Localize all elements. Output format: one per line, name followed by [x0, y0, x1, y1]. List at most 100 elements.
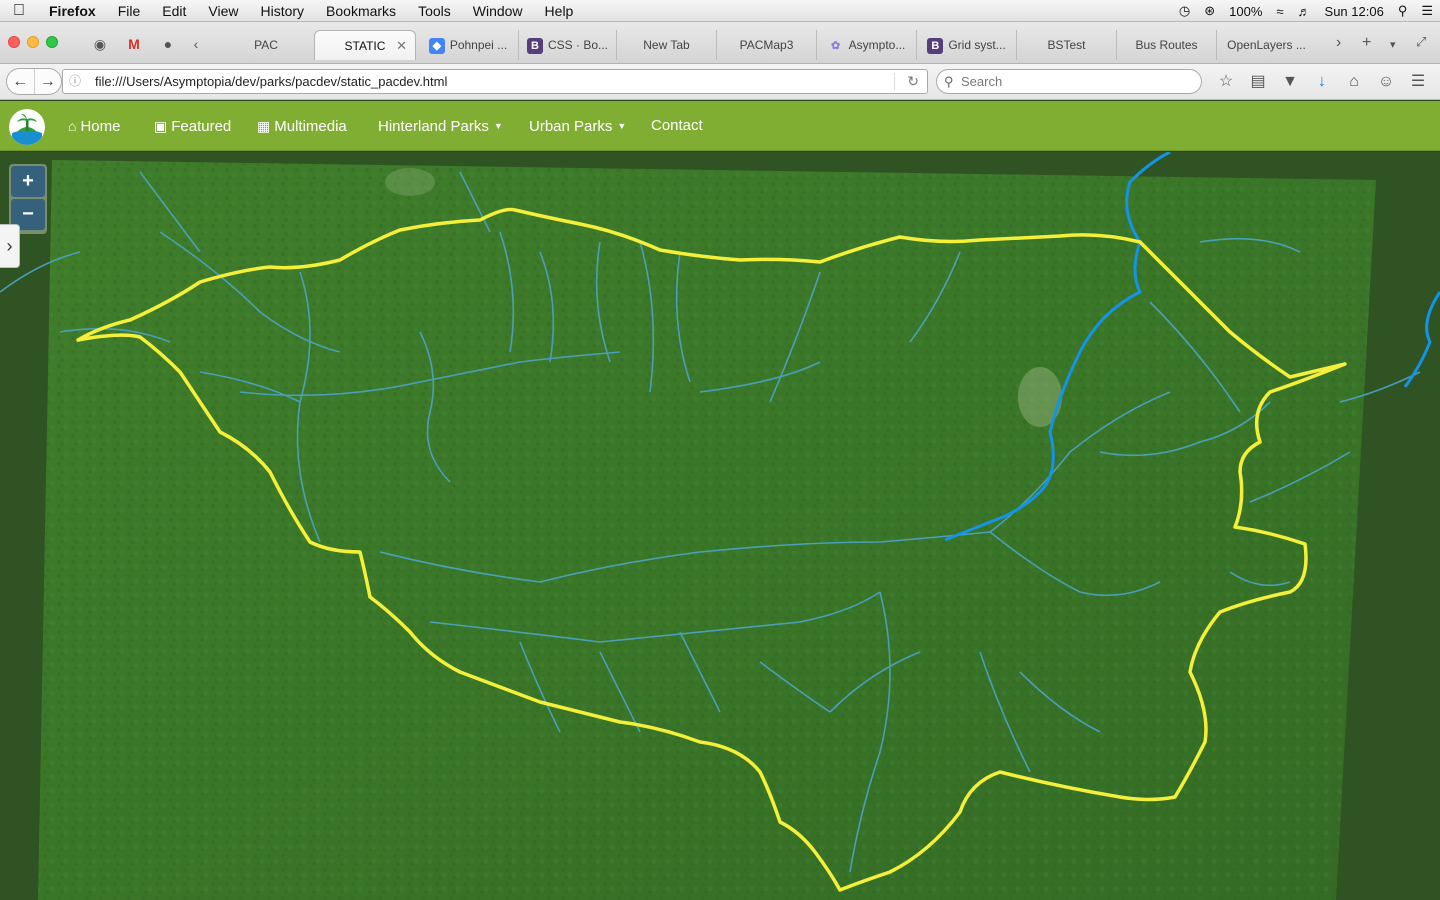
menu-bookmarks[interactable]: Bookmarks	[315, 3, 407, 19]
site-info-icon[interactable]: ⓘ	[69, 70, 85, 93]
time-machine-icon[interactable]: ◷	[1172, 3, 1197, 19]
nav-multimedia[interactable]: ▦ Multimedia	[257, 101, 347, 151]
tab-label: PAC	[254, 38, 278, 52]
site-navbar: ⌂ Home ▣ Featured ▦ Multimedia Hinterland P…	[0, 101, 1440, 151]
tab-openlayers[interactable]: OpenLayers ...	[1216, 30, 1316, 60]
tab-pacmap3[interactable]: PACMap3	[716, 30, 816, 60]
back-forward-group: ← →	[6, 68, 62, 95]
tab-asymptopia[interactable]: ✿ Asympto...	[816, 30, 916, 60]
tab-label: Grid syst...	[948, 38, 1006, 52]
nav-featured[interactable]: ▣ Featured	[154, 101, 231, 151]
pinned-tab-github-icon[interactable]: ●	[158, 34, 178, 54]
nav-hinterland-parks-dropdown[interactable]: Hinterland Parks ▼	[378, 101, 503, 151]
nav-contact[interactable]: Contact	[651, 101, 703, 151]
downloads-icon[interactable]: ↓	[1306, 70, 1338, 94]
toolbar-buttons: ☆ ▤ ▼ ↓ ⌂ ☺ ☰	[1210, 70, 1434, 94]
nav-urban-label: Urban Parks	[529, 118, 613, 135]
menu-history[interactable]: History	[249, 3, 315, 19]
tab-pac[interactable]: PAC	[216, 30, 316, 60]
film-icon: ▣	[154, 118, 168, 134]
forward-arrow-icon[interactable]: →	[35, 69, 62, 94]
nav-home[interactable]: ⌂ Home	[68, 101, 120, 151]
url-bar[interactable]: ⓘ file:///Users/Asymptopia/dev/parks/pac…	[62, 69, 928, 94]
tab-label: OpenLayers ...	[1227, 38, 1306, 52]
tab-label: STATIC	[344, 39, 386, 53]
tab-label: BSTest	[1047, 38, 1086, 52]
pinned-tab-globe-icon[interactable]: ◉	[90, 34, 110, 54]
caret-down-icon: ▼	[617, 121, 627, 131]
fullscreen-icon[interactable]: ⤢	[1416, 34, 1426, 50]
sidebar-toggle-button[interactable]: ›	[0, 224, 20, 268]
nav-multimedia-label: Multimedia	[274, 118, 347, 135]
home-icon[interactable]: ⌂	[1338, 70, 1370, 94]
nav-featured-label: Featured	[171, 118, 232, 135]
bootstrap-favicon-icon: B	[526, 37, 543, 54]
tab-label: New Tab	[643, 38, 690, 52]
map-viewport[interactable]: + − ›	[0, 152, 1440, 900]
menu-edit[interactable]: Edit	[151, 3, 197, 19]
bookmark-star-icon[interactable]: ☆	[1210, 70, 1242, 94]
tab-css-bootstrap[interactable]: B CSS · Bo...	[518, 30, 616, 60]
pinned-tab-gmail-icon[interactable]: M	[124, 34, 144, 54]
menu-help[interactable]: Help	[534, 3, 585, 19]
tab-label: Bus Routes	[1135, 38, 1198, 52]
reload-icon[interactable]: ↻	[907, 70, 919, 93]
nav-home-label: Home	[80, 118, 121, 135]
tab-bus-routes[interactable]: Bus Routes	[1116, 30, 1216, 60]
volume-icon[interactable]: ♬	[1291, 4, 1318, 19]
map-canvas[interactable]	[0, 152, 1440, 900]
tab-label: Asympto...	[848, 38, 906, 52]
bluetooth-icon[interactable]: ⊛	[1197, 3, 1222, 19]
tab-static[interactable]: STATIC ✕	[314, 30, 416, 60]
wifi-icon[interactable]: ≈	[1269, 4, 1290, 19]
minimize-window-button[interactable]	[27, 36, 39, 48]
tab-grid-system[interactable]: B Grid syst...	[916, 30, 1016, 60]
close-tab-icon[interactable]: ✕	[396, 31, 407, 60]
spotlight-icon[interactable]: ⚲	[1391, 3, 1415, 19]
site-logo[interactable]	[9, 109, 45, 145]
tab-new-tab[interactable]: New Tab	[616, 30, 716, 60]
new-tab-plus-icon[interactable]: +	[1362, 34, 1371, 52]
close-window-button[interactable]	[8, 36, 20, 48]
clock[interactable]: Sun 12:06	[1318, 4, 1391, 19]
nav-contact-label: Contact	[651, 117, 703, 134]
nav-urban-parks-dropdown[interactable]: Urban Parks ▼	[529, 101, 626, 151]
url-bar-divider	[894, 73, 895, 90]
zoom-window-button[interactable]	[46, 36, 58, 48]
menu-app-firefox[interactable]: Firefox	[38, 3, 107, 19]
pocket-icon[interactable]: ▼	[1274, 70, 1306, 94]
hamburger-menu-icon[interactable]: ☰	[1402, 70, 1434, 94]
zoom-in-button[interactable]: +	[11, 166, 45, 197]
tabs-scroll-right-icon[interactable]: ›	[1336, 34, 1341, 52]
tab-label: Pohnpei ...	[449, 38, 508, 52]
menu-window[interactable]: Window	[462, 3, 534, 19]
search-placeholder: Search	[961, 74, 1003, 89]
home-icon: ⌂	[68, 118, 77, 134]
tab-label: PACMap3	[739, 38, 794, 52]
bookmarks-menu-icon[interactable]: ▤	[1242, 70, 1274, 94]
hello-chat-icon[interactable]: ☺	[1370, 70, 1402, 94]
menu-view[interactable]: View	[197, 3, 249, 19]
search-icon: ⚲	[944, 74, 954, 89]
menubar-status-area: ◷ ⊛ 100% ≈ ♬ Sun 12:06 ⚲ ☰	[1172, 0, 1440, 22]
park-logo-icon	[10, 110, 44, 145]
browser-toolbar: ← → ⓘ file:///Users/Asymptopia/dev/parks…	[0, 64, 1440, 100]
os-menubar:  Firefox File Edit View History Bookmar…	[0, 0, 1440, 22]
asymptopia-favicon-icon: ✿	[831, 39, 841, 52]
bootstrap-favicon-icon: B	[927, 37, 944, 54]
search-input[interactable]: ⚲ Search	[936, 69, 1202, 94]
menu-tools[interactable]: Tools	[407, 3, 462, 19]
tabs-scroll-left-icon[interactable]: ‹	[186, 34, 206, 54]
tab-pohnpei[interactable]: ◆ Pohnpei ...	[418, 30, 518, 60]
back-arrow-icon[interactable]: ←	[7, 69, 35, 94]
tab-bstest[interactable]: BSTest	[1016, 30, 1116, 60]
window-controls	[8, 36, 58, 48]
clearing-patch	[1018, 367, 1062, 427]
url-text[interactable]: file:///Users/Asymptopia/dev/parks/pacde…	[95, 70, 447, 93]
menu-file[interactable]: File	[107, 3, 152, 19]
notification-center-icon[interactable]: ☰	[1414, 3, 1440, 19]
apple-icon[interactable]: 	[0, 2, 38, 20]
all-tabs-dropdown-icon[interactable]: ▾	[1390, 38, 1396, 51]
picture-icon: ▦	[257, 118, 271, 134]
battery-percentage[interactable]: 100%	[1222, 4, 1269, 19]
